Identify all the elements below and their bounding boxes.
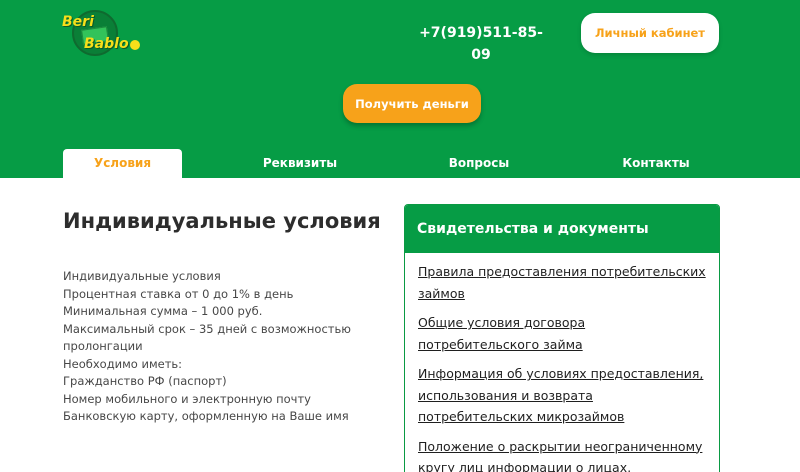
list-item: Положение о раскрытии неограниченному кр… bbox=[418, 436, 709, 472]
doc-link-general-terms[interactable]: Общие условия договора потребительского … bbox=[418, 315, 585, 352]
documents-panel: Свидетельства и документы Правила предос… bbox=[404, 204, 720, 472]
documents-panel-title: Свидетельства и документы bbox=[405, 205, 719, 253]
list-item: Правила предоставления потребительских з… bbox=[418, 261, 709, 304]
get-money-button[interactable]: Получить деньги bbox=[343, 84, 481, 123]
tab-requisites[interactable]: Реквизиты bbox=[240, 149, 360, 178]
doc-link-microloan-info[interactable]: Информация об условиях предоставления, и… bbox=[418, 366, 703, 424]
phone-number[interactable]: +7(919)511-85-09 bbox=[414, 22, 548, 63]
list-item: Информация об условиях предоставления, и… bbox=[418, 363, 709, 428]
personal-cabinet-button[interactable]: Личный кабинет bbox=[581, 13, 719, 53]
tab-questions[interactable]: Вопросы bbox=[418, 149, 540, 178]
page-title: Индивидуальные условия bbox=[63, 209, 381, 233]
tab-conditions[interactable]: Условия bbox=[63, 149, 182, 178]
logo-text-bablo: Bablo bbox=[84, 36, 129, 52]
list-item: Максимальный срок – 35 дней с возможност… bbox=[63, 321, 351, 354]
list-item: Банковскую карту, оформленную на Ваше им… bbox=[63, 409, 349, 423]
coin-icon bbox=[130, 40, 140, 50]
list-item: Минимальная сумма – 1 000 руб. bbox=[63, 304, 263, 318]
list-item: Гражданство РФ (паспорт) bbox=[63, 374, 227, 388]
header: Beri Bablo +7(919)511-85-09 Личный кабин… bbox=[0, 0, 800, 178]
list-item: Общие условия договора потребительского … bbox=[418, 312, 709, 355]
list-item: Номер мобильного и электронную почту bbox=[63, 391, 311, 406]
logo[interactable]: Beri Bablo bbox=[60, 6, 142, 62]
conditions-list: Индивидуальные условия Процентная ставка… bbox=[63, 268, 363, 426]
list-item: Индивидуальные условия bbox=[63, 269, 221, 283]
doc-link-disclosure[interactable]: Положение о раскрытии неограниченному кр… bbox=[418, 439, 702, 472]
logo-text-beri: Beri bbox=[62, 14, 94, 30]
documents-list: Правила предоставления потребительских з… bbox=[405, 253, 719, 472]
doc-link-rules[interactable]: Правила предоставления потребительских з… bbox=[418, 264, 706, 301]
list-item: Необходимо иметь: bbox=[63, 356, 183, 371]
list-item: Процентная ставка от 0 до 1% в день bbox=[63, 286, 294, 301]
tab-contacts[interactable]: Контакты bbox=[596, 149, 716, 178]
